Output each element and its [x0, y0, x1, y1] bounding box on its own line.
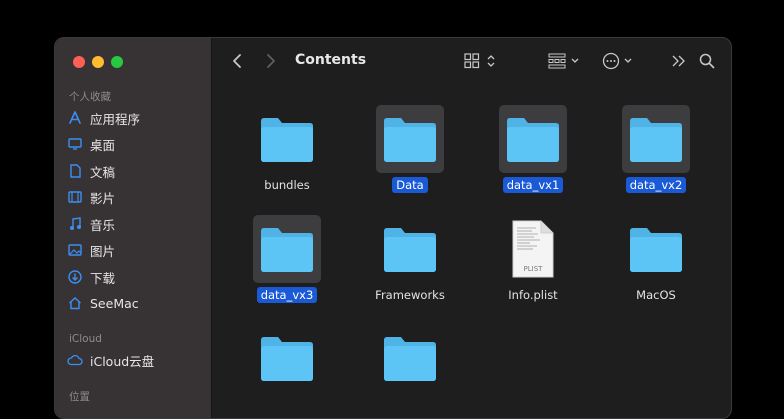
minimize-button[interactable]	[92, 56, 104, 68]
plist-badge: PLIST	[524, 265, 544, 273]
sidebar-item-home[interactable]: SeeMac	[67, 292, 207, 314]
film-icon	[67, 189, 83, 205]
file-name: data_vx2	[625, 177, 687, 193]
folder-icon	[622, 105, 690, 173]
sidebar-item-label: 图片	[90, 243, 116, 259]
sidebar-item-label: iCloud云盘	[90, 353, 155, 369]
sidebar-item-downloads[interactable]: 下载	[67, 266, 207, 288]
sidebar-item-applications[interactable]: 应用程序	[67, 107, 207, 129]
folder-icon	[253, 324, 321, 392]
apps-icon	[67, 110, 83, 126]
zoom-button[interactable]	[111, 56, 123, 68]
music-icon	[67, 216, 83, 232]
cloud-icon	[67, 352, 83, 368]
folder-icon	[499, 105, 567, 173]
photo-icon	[67, 242, 83, 258]
toolbar-overflow-button[interactable]	[669, 51, 689, 71]
search-button[interactable]	[697, 51, 717, 71]
plist-file-icon: PLIST	[499, 215, 567, 283]
document-icon	[67, 163, 83, 179]
sidebar-item-label: 下载	[90, 270, 116, 286]
folder-icon	[376, 105, 444, 173]
finder-window: 个人收藏 应用程序 桌面 文稿 影片 音乐 图片 下载 SeeMac iClou…	[54, 37, 732, 419]
group-icon	[548, 53, 579, 69]
action-menu-button[interactable]	[601, 51, 637, 71]
sidebar-item-label: 应用程序	[90, 111, 141, 127]
sidebar-section-favorites: 个人收藏	[69, 91, 111, 103]
grid-view-icon	[464, 53, 495, 69]
sidebar-item-label: 音乐	[90, 217, 116, 233]
sidebar-item-movies[interactable]: 影片	[67, 186, 207, 208]
toolbar: Contents	[211, 38, 731, 84]
file-name: MacOS	[636, 288, 676, 302]
double-chevron-icon	[672, 55, 685, 67]
chevron-right-icon	[267, 54, 275, 68]
forward-button[interactable]	[261, 51, 281, 71]
desktop-icon	[67, 136, 83, 152]
back-button[interactable]	[227, 51, 247, 71]
sidebar-item-desktop[interactable]: 桌面	[67, 133, 207, 155]
sidebar: 个人收藏 应用程序 桌面 文稿 影片 音乐 图片 下载 SeeMac iClou…	[55, 38, 212, 418]
sidebar-item-icloud-drive[interactable]: iCloud云盘	[67, 349, 207, 371]
sidebar-item-label: SeeMac	[90, 295, 139, 311]
sidebar-item-label: 影片	[90, 190, 116, 206]
sidebar-item-label: 文稿	[90, 164, 116, 180]
sidebar-section-icloud: iCloud	[69, 333, 102, 345]
sidebar-item-pictures[interactable]: 图片	[67, 239, 207, 261]
group-button[interactable]	[547, 51, 583, 71]
file-name: bundles	[264, 178, 310, 192]
ellipsis-circle-icon	[602, 52, 632, 70]
view-mode-button[interactable]	[463, 51, 499, 71]
file-name: data_vx1	[502, 177, 564, 193]
folder-icon	[376, 215, 444, 283]
file-name: Frameworks	[375, 288, 445, 302]
folder-icon	[253, 215, 321, 283]
sidebar-item-music[interactable]: 音乐	[67, 213, 207, 235]
search-icon	[699, 53, 715, 69]
download-icon	[67, 269, 83, 285]
file-name: Data	[392, 177, 428, 193]
folder-icon	[253, 105, 321, 173]
sidebar-item-label: 桌面	[90, 137, 116, 153]
close-button[interactable]	[73, 56, 85, 68]
file-name: data_vx3	[256, 287, 318, 303]
chevron-left-icon	[233, 54, 241, 68]
sidebar-section-locations: 位置	[69, 391, 90, 403]
sidebar-item-documents[interactable]: 文稿	[67, 160, 207, 182]
file-name: Info.plist	[508, 288, 558, 302]
home-icon	[67, 295, 83, 311]
folder-icon	[622, 215, 690, 283]
folder-icon	[376, 324, 444, 392]
window-title: Contents	[295, 52, 367, 68]
